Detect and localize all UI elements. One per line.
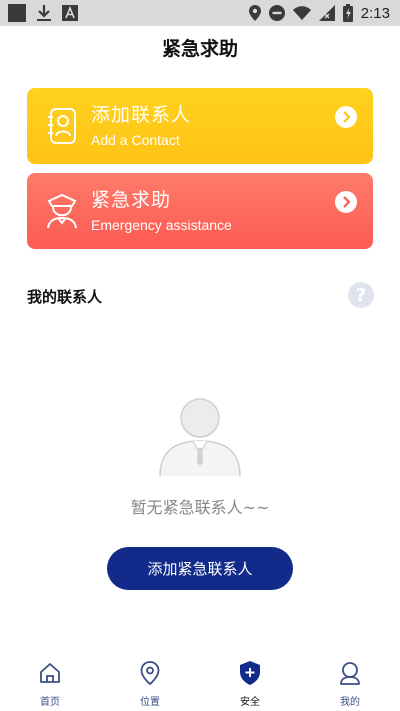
tab-home[interactable]: 首页: [0, 652, 100, 711]
status-bar: 2:13: [0, 0, 400, 26]
add-contact-subtitle: Add a Contact: [91, 132, 180, 148]
contact-card-icon: [45, 106, 79, 146]
emergency-assistance-text: 紧急求助 Emergency assistance: [91, 189, 232, 233]
tab-safety[interactable]: 安全: [200, 652, 300, 711]
battery-charging-icon: [342, 4, 353, 22]
tab-home-label: 首页: [40, 697, 60, 708]
police-officer-icon: [45, 191, 79, 231]
status-time: 2:13: [360, 4, 390, 22]
add-contact-card[interactable]: 添加联系人 Add a Contact: [27, 88, 373, 164]
emergency-assistance-card[interactable]: 紧急求助 Emergency assistance: [27, 173, 373, 249]
wifi-icon: [292, 6, 311, 20]
emergency-assistance-subtitle: Emergency assistance: [91, 217, 232, 233]
tab-profile-label: 我的: [340, 697, 360, 708]
add-contact-title: 添加联系人: [91, 104, 192, 126]
tab-safety-label: 安全: [240, 697, 260, 708]
person-placeholder-icon: [159, 398, 241, 477]
add-contact-text: 添加联系人 Add a Contact: [91, 104, 191, 148]
chevron-right-icon[interactable]: [335, 106, 357, 128]
empty-state-text: 暂无紧急联系人~~: [130, 498, 270, 517]
do-not-disturb-icon: [268, 5, 285, 21]
home-icon: [37, 660, 63, 686]
add-emergency-contact-button[interactable]: 添加紧急联系人: [107, 547, 293, 590]
location-pin-icon: [137, 660, 163, 686]
tab-location[interactable]: 位置: [100, 652, 200, 711]
signal-icon: [318, 5, 335, 21]
notification-square-icon: [8, 4, 26, 22]
font-a-icon: [62, 5, 78, 21]
page-title: 紧急求助: [161, 38, 238, 60]
chevron-right-icon[interactable]: [335, 191, 357, 213]
question-mark-icon[interactable]: ?: [348, 282, 374, 308]
bottom-tab-bar: 首页 位置 安全 我的: [0, 652, 400, 711]
tab-profile[interactable]: 我的: [300, 652, 400, 711]
shield-plus-icon: [237, 660, 263, 686]
download-icon: [37, 5, 51, 21]
emergency-assistance-title: 紧急求助: [91, 189, 172, 211]
my-contacts-title: 我的联系人: [27, 288, 103, 306]
tab-location-label: 位置: [140, 697, 160, 708]
user-profile-icon: [337, 660, 363, 686]
location-status-icon: [248, 5, 261, 21]
